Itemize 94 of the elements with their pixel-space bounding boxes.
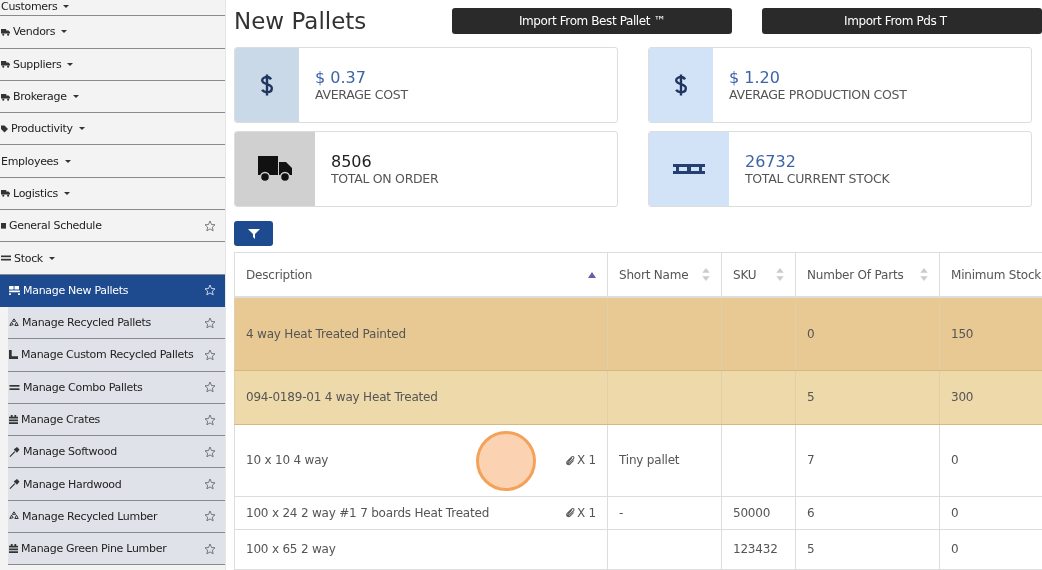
truck-icon [1, 189, 10, 198]
caret-icon [63, 5, 70, 8]
page-title: New Pallets [234, 8, 368, 34]
stat-label: AVERAGE COST [315, 87, 408, 102]
table-cell: 5 [807, 542, 815, 556]
table-cell: 300 [951, 390, 974, 404]
attachment-count: X 1 [576, 453, 596, 467]
table-cell: - [619, 505, 624, 520]
caret-icon [64, 159, 71, 163]
table-cell: 6 [807, 505, 815, 520]
sidebar-item[interactable]: Manage Green Pine Lumber [8, 533, 225, 566]
sidebar-item[interactable]: Customers [0, 0, 225, 17]
sidebar-item[interactable]: Manage New Pallets [0, 274, 225, 307]
star-icon[interactable] [204, 542, 216, 555]
stat-value: $ 0.37 [315, 68, 367, 87]
pallet-stack-icon [9, 285, 20, 295]
recycle-icon [9, 317, 19, 328]
table-row[interactable]: 100 x 24 2 way #1 7 boards Heat Treated X 1 - 50000 6 0 [234, 496, 1042, 529]
stat-value: 26732 [745, 152, 797, 171]
table-cell: 123432 [733, 542, 778, 556]
truck-icon [258, 156, 292, 182]
import-button[interactable]: Import From Pds T [762, 8, 1042, 34]
table-row[interactable]: 100 x 65 2 way 123432 5 0 [234, 529, 1042, 569]
stat-label: TOTAL CURRENT STOCK [745, 171, 890, 186]
star-icon[interactable] [204, 316, 216, 329]
sidebar-item[interactable]: Productivity [0, 113, 225, 146]
recycle-icon [9, 511, 19, 522]
pallet-icon [9, 384, 20, 390]
caret-icon [48, 256, 55, 260]
filter-icon [247, 228, 260, 239]
star-icon[interactable] [204, 478, 216, 491]
table-cell: 5 [807, 390, 815, 404]
table-cell: 10 x 10 4 way [246, 453, 329, 467]
stat-label: TOTAL ON ORDER [331, 171, 439, 186]
sidebar-item[interactable]: Manage Custom Recycled Pallets [8, 339, 225, 372]
table-row[interactable]: 4 way Heat Treated Painted 0 150 [234, 297, 1042, 370]
star-icon[interactable] [204, 510, 216, 523]
sidebar-item[interactable]: Vendors [0, 16, 225, 49]
sidebar-item[interactable]: Brokerage [0, 80, 225, 114]
attachment-count: X 1 [576, 505, 596, 520]
table-cell: 0 [807, 326, 815, 341]
table-cell: 7 [807, 453, 815, 467]
table-cell: 4 way Heat Treated Painted [246, 326, 406, 341]
sidebar-item[interactable]: Manage Recycled Lumber [8, 500, 225, 534]
hammer-icon [9, 479, 20, 490]
caret-icon [63, 191, 70, 195]
pallet-icon [673, 164, 705, 174]
table-cell: 150 [951, 326, 974, 341]
crate-icon [9, 415, 18, 424]
dollar-icon [259, 72, 275, 98]
pallet-icon [1, 255, 11, 261]
table-cell: 094-0189-01 4 way Heat Treated [246, 390, 438, 404]
star-icon[interactable] [204, 348, 216, 361]
table-cell: 100 x 65 2 way [246, 542, 336, 556]
sidebar-item[interactable]: Manage Hardwood [8, 468, 225, 501]
table-cell: 100 x 24 2 way #1 7 boards Heat Treated [246, 505, 490, 520]
dollar-icon [673, 72, 689, 98]
stat-value: 8506 [331, 152, 373, 171]
stat-label: AVERAGE PRODUCTION COST [729, 87, 907, 102]
crate-icon [9, 544, 18, 554]
star-icon[interactable] [204, 219, 216, 232]
truck-icon [1, 27, 10, 36]
caret-icon [67, 62, 74, 66]
sidebar-item[interactable]: Suppliers [0, 48, 225, 81]
caret-icon [78, 127, 85, 131]
truck-icon [1, 60, 10, 69]
stat-value: $ 1.20 [729, 68, 781, 87]
sidebar-item[interactable]: Manage Recycled Pallets [8, 306, 225, 340]
sidebar-item[interactable]: General Schedule [0, 210, 225, 243]
hammer-icon [9, 446, 20, 457]
sidebar-item[interactable]: Stock [0, 242, 225, 275]
import-button[interactable]: Import From Best Pallet ™ [452, 8, 732, 34]
table-cell: 0 [951, 542, 959, 556]
paperclip-icon [564, 507, 575, 518]
table-cell: 0 [951, 453, 959, 467]
sidebar-item[interactable]: Manage Crates [8, 403, 225, 437]
table-cell: Tiny pallet [619, 453, 680, 467]
tag-icon [1, 124, 8, 133]
sidebar-item[interactable]: Manage Combo Pallets [8, 371, 225, 404]
filter-button[interactable] [234, 221, 273, 246]
table-cell: 0 [951, 505, 959, 520]
truck-icon [1, 92, 10, 101]
star-icon[interactable] [204, 445, 216, 458]
paperclip-icon [564, 454, 575, 466]
sidebar-item[interactable]: Employees [0, 145, 225, 178]
table-row[interactable]: 094-0189-01 4 way Heat Treated 5 300 [234, 370, 1042, 424]
sidebar-item[interactable]: Logistics [0, 177, 225, 211]
star-icon[interactable] [204, 381, 216, 394]
sidebar-item[interactable]: Manage Softwood [8, 436, 225, 469]
table-row[interactable]: 10 x 10 4 way X 1 Tiny pallet 7 0 [234, 424, 1042, 496]
star-icon[interactable] [204, 413, 216, 426]
caret-icon [61, 30, 68, 34]
table-cell: 50000 [733, 505, 771, 520]
caret-icon [72, 95, 79, 99]
